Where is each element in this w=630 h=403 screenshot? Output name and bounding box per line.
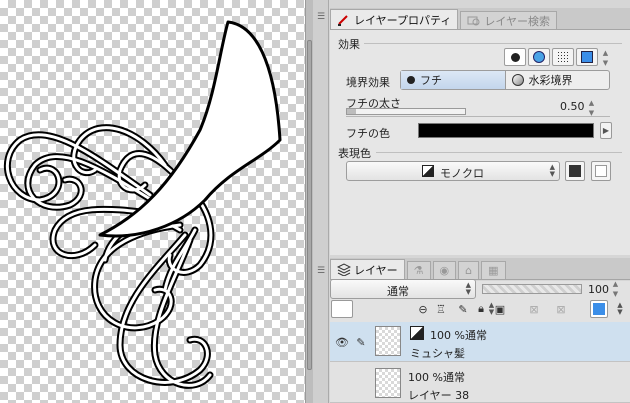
- dropdown-value: 通常: [387, 285, 409, 298]
- menu-icon[interactable]: ☰: [316, 266, 326, 276]
- effect-section-label: 効果: [338, 38, 360, 51]
- tab-material[interactable]: ⌂: [458, 261, 480, 279]
- scrollbar-thumb[interactable]: [307, 40, 312, 370]
- pen-icon: ✎: [356, 335, 366, 349]
- tab-label: レイヤー: [354, 263, 398, 277]
- navigator-icon: ◉: [439, 264, 450, 277]
- layer-color-toggle[interactable]: [590, 300, 608, 318]
- tab-subview[interactable]: ▦: [481, 261, 506, 279]
- edge-icon: [407, 76, 415, 84]
- mask-enable-icon[interactable]: ⊠: [525, 300, 543, 318]
- expression-color-label: 表現色: [338, 147, 371, 160]
- edge-color-label: フチの色: [346, 127, 390, 140]
- divider: [346, 116, 610, 117]
- layer-mode: 100 %通常: [430, 329, 487, 342]
- layer-row[interactable]: 100 %通常 レイヤー 38: [330, 363, 630, 403]
- material-icon: ⌂: [465, 264, 473, 277]
- lock-transparency-icon[interactable]: ▣: [491, 300, 509, 318]
- clipping-icon[interactable]: ⊖: [414, 300, 432, 318]
- border-effect-segment: フチ 水彩境界: [400, 70, 610, 90]
- layer-color-swatch[interactable]: [331, 300, 353, 318]
- artwork: [3, 20, 282, 389]
- dropdown-value: モノクロ: [440, 167, 484, 180]
- blend-mode-dropdown[interactable]: 通常 ▲ ▼: [330, 279, 476, 299]
- layer-thumbnail: [375, 326, 401, 356]
- properties-tabbar: レイヤープロパティ レイヤー検索: [330, 8, 630, 30]
- layer-mode: 100 %通常: [408, 371, 465, 384]
- drawing-canvas[interactable]: [0, 0, 305, 403]
- edge-width-value[interactable]: 0.50: [560, 100, 585, 113]
- option-label: フチ: [420, 74, 442, 87]
- edge-effect-button[interactable]: [504, 48, 526, 66]
- updown-arrow-icon: ▲ ▼: [465, 281, 471, 296]
- tab-flask[interactable]: ⚗: [406, 261, 431, 279]
- tab-label: レイヤープロパティ: [354, 13, 452, 27]
- edge-width-slider[interactable]: [346, 108, 466, 115]
- border-option-edge[interactable]: フチ: [401, 71, 506, 89]
- option-label: 水彩境界: [528, 74, 573, 87]
- layer-tabbar: レイヤー ⚗ ◉ ⌂ ▦: [330, 258, 630, 280]
- border-option-watercolor[interactable]: 水彩境界: [506, 71, 610, 89]
- opacity-value[interactable]: 100: [588, 283, 609, 296]
- draft-layer-icon[interactable]: ✎: [454, 300, 472, 318]
- divider: [364, 43, 622, 44]
- layer-row[interactable]: 👁︎ ✎ 100 %通常 ミュシャ髪: [330, 322, 630, 362]
- screentone-button[interactable]: [552, 48, 574, 66]
- layer-search-icon: [467, 14, 480, 27]
- reference-layer-icon[interactable]: ♖: [432, 300, 450, 318]
- layer-name: ミュシャ髪: [410, 347, 465, 360]
- brush-icon: [337, 13, 350, 26]
- sub-color-swatch[interactable]: [591, 161, 611, 181]
- opacity-slider[interactable]: [482, 284, 582, 294]
- edge-color-swatch[interactable]: [418, 123, 594, 138]
- tab-navigator[interactable]: ◉: [432, 261, 457, 279]
- effect-spinner[interactable]: ▲ ▼: [601, 49, 610, 67]
- divider: [376, 152, 622, 153]
- edge-width-spinner[interactable]: ▲ ▼: [587, 99, 596, 117]
- lock-icon[interactable]: 🔒︎: [472, 300, 490, 318]
- effect-buttons: [504, 48, 610, 66]
- border-effect-label: 境界効果: [346, 76, 390, 89]
- layers-icon: [336, 263, 352, 277]
- layer-name: レイヤー 38: [408, 389, 470, 402]
- expression-color-dropdown[interactable]: モノクロ ▲ ▼: [346, 161, 560, 181]
- chevron-right-icon[interactable]: ▶: [600, 122, 612, 139]
- layer-color-button[interactable]: [576, 48, 598, 66]
- updown-arrow-icon: ▲ ▼: [549, 163, 555, 178]
- tab-layer[interactable]: レイヤー: [330, 259, 405, 279]
- slider-fill: [347, 109, 357, 114]
- updown-arrow-icon[interactable]: ▲ ▼: [614, 302, 626, 316]
- watercolor-icon: [511, 74, 524, 86]
- tab-label: レイヤー検索: [484, 14, 551, 28]
- layer-thumbnail: [375, 368, 401, 398]
- effect-badge: [410, 326, 424, 340]
- eye-icon[interactable]: 👁︎: [333, 333, 351, 351]
- flask-icon: ⚗: [413, 264, 424, 277]
- tab-layer-property[interactable]: レイヤープロパティ: [330, 9, 459, 29]
- ruler-enable-icon[interactable]: ⊠: [552, 300, 570, 318]
- menu-icon[interactable]: ☰: [316, 12, 326, 22]
- panel-collapse-handle[interactable]: ☰ ☰: [313, 0, 329, 403]
- monochrome-icon: [422, 165, 434, 177]
- tone-effect-button[interactable]: [528, 48, 550, 66]
- tab-layer-search[interactable]: レイヤー検索: [460, 11, 558, 29]
- subview-icon: ▦: [488, 264, 499, 277]
- opacity-spinner[interactable]: ▲ ▼: [611, 280, 620, 298]
- main-color-swatch[interactable]: [565, 161, 585, 181]
- canvas-scrollbar[interactable]: [305, 0, 313, 403]
